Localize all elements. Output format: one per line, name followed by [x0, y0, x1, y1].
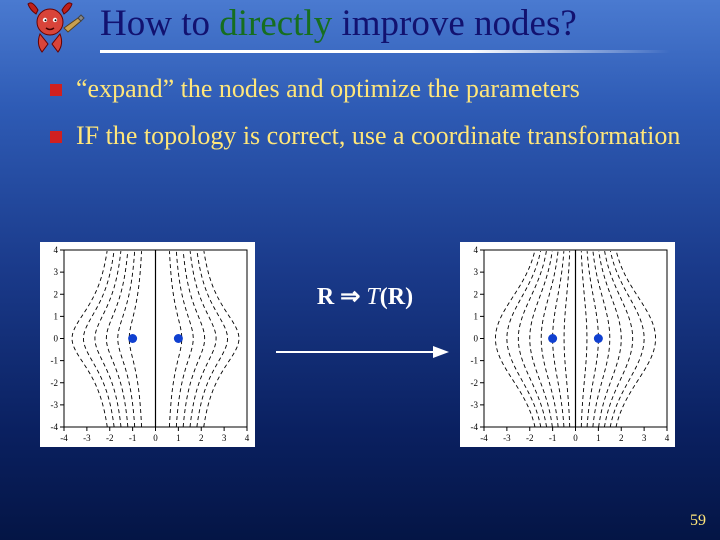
svg-text:3: 3	[54, 267, 59, 277]
svg-text:0: 0	[54, 334, 59, 344]
svg-text:1: 1	[54, 311, 59, 321]
svg-text:-2: -2	[526, 433, 534, 443]
figure-before: -4 -3 -2 -1 0 1 2 3 4 -4 -3 -2 -1 0 1 2 3 4	[40, 242, 255, 447]
svg-text:2: 2	[619, 433, 624, 443]
svg-text:2: 2	[474, 289, 479, 299]
svg-text:3: 3	[222, 433, 227, 443]
title-part2: directly	[219, 3, 332, 44]
svg-text:4: 4	[474, 245, 479, 255]
slide-title: How to directly improve nodes?	[100, 2, 700, 45]
formula-function: T	[366, 284, 379, 310]
bullet-text: “expand” the nodes and optimize the para…	[76, 72, 580, 105]
svg-text:-2: -2	[51, 378, 59, 388]
svg-text:-3: -3	[51, 400, 59, 410]
svg-text:-1: -1	[549, 433, 557, 443]
svg-text:0: 0	[474, 334, 479, 344]
svg-text:4: 4	[54, 245, 59, 255]
svg-text:-4: -4	[471, 422, 479, 432]
svg-text:-2: -2	[106, 433, 114, 443]
svg-text:-3: -3	[83, 433, 91, 443]
svg-text:-1: -1	[471, 356, 479, 366]
svg-text:4: 4	[245, 433, 250, 443]
formula-lparen: (	[380, 284, 388, 310]
formula-arg: R	[388, 284, 405, 310]
svg-text:-2: -2	[471, 378, 479, 388]
svg-text:3: 3	[642, 433, 647, 443]
svg-text:2: 2	[54, 289, 59, 299]
bullet-icon	[50, 131, 62, 143]
mascot-icon	[18, 0, 88, 60]
svg-text:-1: -1	[129, 433, 137, 443]
formula-lhs: R	[317, 284, 334, 310]
svg-text:1: 1	[176, 433, 181, 443]
svg-text:-4: -4	[51, 422, 59, 432]
svg-text:2: 2	[199, 433, 204, 443]
body: “expand” the nodes and optimize the para…	[50, 72, 690, 167]
title-part3: improve nodes?	[332, 3, 577, 44]
bullet-item: IF the topology is correct, use a coordi…	[50, 119, 690, 152]
arrow-icon	[274, 342, 449, 362]
svg-text:-1: -1	[51, 356, 59, 366]
figures-row: -4-3-2-101234-4-3-2-101234 R ⇒ T(R) -4-3…	[0, 242, 720, 472]
svg-text:0: 0	[573, 433, 578, 443]
bullet-text: IF the topology is correct, use a coordi…	[76, 119, 680, 152]
page-number: 59	[690, 512, 706, 530]
bullet-icon	[50, 84, 62, 96]
svg-text:3: 3	[474, 267, 479, 277]
title-underline	[100, 50, 670, 53]
svg-text:0: 0	[153, 433, 158, 443]
transformation-formula: R ⇒ T(R)	[290, 282, 440, 311]
svg-text:-4: -4	[60, 433, 68, 443]
svg-text:1: 1	[474, 311, 479, 321]
slide: How to directly improve nodes? “expand” …	[0, 0, 720, 540]
svg-text:4: 4	[665, 433, 670, 443]
svg-text:1: 1	[596, 433, 601, 443]
svg-text:-3: -3	[471, 400, 479, 410]
svg-text:-3: -3	[503, 433, 511, 443]
figure-after: -4 -3 -2 -1 0 1 2 3 4 -4 -3 -2 -1 0 1 2 3 4	[460, 242, 675, 447]
formula-rparen: )	[405, 284, 413, 310]
bullet-item: “expand” the nodes and optimize the para…	[50, 72, 690, 105]
svg-text:-4: -4	[480, 433, 488, 443]
title-part1: How to	[100, 3, 219, 44]
implies-symbol: ⇒	[334, 284, 366, 310]
